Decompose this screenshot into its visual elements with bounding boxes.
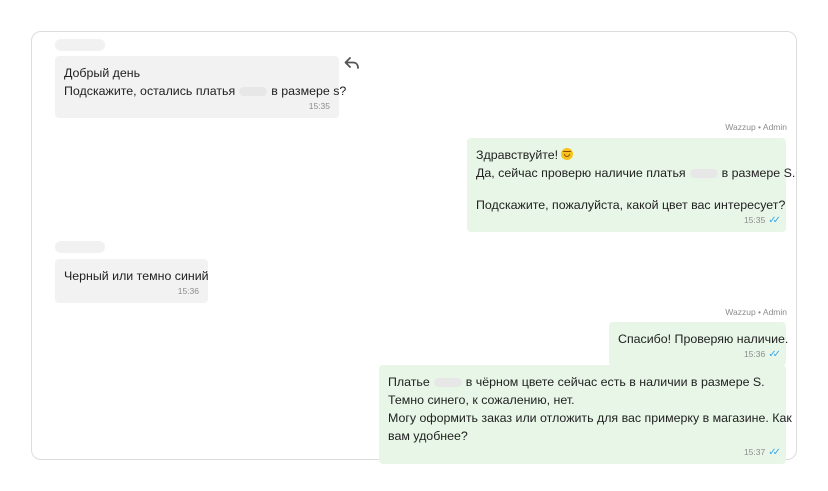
incoming-message[interactable]: Черный или темно синий 15:36	[55, 259, 209, 303]
message-text: Добрый день	[64, 66, 141, 80]
outgoing-message[interactable]: Платье в чёрном цвете сейчас есть в налич…	[379, 365, 792, 464]
message-text-line: Да, сейчас проверю наличие платья в разме…	[476, 166, 796, 180]
message-text: Могу оформить заказ или отложить для вас…	[388, 411, 792, 425]
double-check-icon: ✓✓	[768, 349, 781, 360]
message-text-line: Здравствуйте!	[476, 146, 777, 164]
contact-name-placeholder	[55, 241, 105, 253]
message-time: 15:36	[177, 286, 199, 296]
contact-name-placeholder	[55, 39, 105, 51]
message-text-line: Платье в чёрном цвете сейчас есть в налич…	[388, 375, 765, 389]
sender-label: Wazzup • Admin	[725, 307, 787, 317]
message-text: вам удобнее?	[388, 429, 468, 443]
message-text: Спасибо! Проверяю наличие.	[618, 332, 789, 346]
message-time: 15:35 ✓✓	[743, 215, 781, 226]
double-check-icon: ✓✓	[768, 447, 781, 458]
message-text-line: Подскажите, остались платья в размере s?	[64, 84, 347, 98]
redacted-text	[239, 87, 268, 96]
reply-icon[interactable]	[344, 56, 360, 70]
message-text: Подскажите, пожалуйста, какой цвет вас и…	[476, 198, 786, 212]
outgoing-message[interactable]: Спасибо! Проверяю наличие. 15:36 ✓✓	[609, 322, 789, 366]
outgoing-message[interactable]: Здравствуйте! Да, сейчас проверю наличие…	[467, 138, 796, 232]
smiling-face-emoji	[561, 148, 574, 160]
redacted-text	[689, 169, 718, 178]
message-time: 15:36 ✓✓	[743, 349, 781, 360]
message-time: 15:35	[308, 101, 330, 111]
message-time: 15:37 ✓✓	[743, 447, 781, 458]
sender-label: Wazzup • Admin	[725, 122, 787, 132]
incoming-message[interactable]: Добрый день Подскажите, остались платья в…	[55, 56, 347, 118]
message-text: Темно синего, к сожалению, нет.	[388, 393, 575, 407]
message-text: Черный или темно синий	[64, 269, 209, 283]
redacted-text	[433, 378, 462, 387]
double-check-icon: ✓✓	[768, 215, 781, 226]
